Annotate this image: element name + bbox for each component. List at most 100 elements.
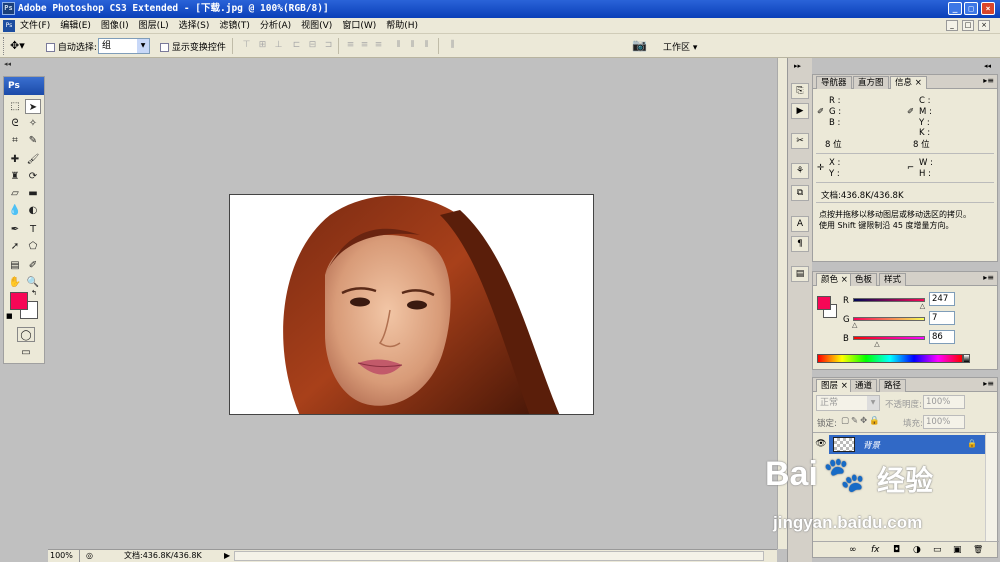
tool-presets-icon[interactable]: ✂ (791, 133, 809, 149)
menu-filter[interactable]: 滤镜(T) (219, 18, 250, 34)
dodge-tool-icon[interactable]: ◐ (25, 203, 41, 218)
shape-tool-icon[interactable]: ⬠ (25, 239, 41, 254)
crop-tool-icon[interactable]: ⌗ (7, 133, 23, 148)
clone-stamp-tool-icon[interactable]: ♜ (7, 169, 23, 184)
magic-wand-tool-icon[interactable]: ✧ (25, 116, 41, 131)
workspace-button[interactable]: 工作区 ▾ (663, 40, 697, 53)
distribute-bottom-icon[interactable]: ≡ (372, 40, 385, 51)
path-selection-tool-icon[interactable]: ➚ (7, 239, 23, 254)
blue-value-input[interactable]: 86 (929, 330, 955, 344)
minimize-button[interactable]: _ (948, 2, 962, 15)
tab-channels[interactable]: 通道 (850, 379, 878, 392)
collapse-arrows-icon[interactable]: ◂◂ (4, 60, 11, 68)
expand-arrows-icon[interactable]: ▸▸ (794, 62, 801, 70)
distribute-vcenter-icon[interactable]: ≡ (358, 40, 371, 51)
eye-icon[interactable]: 👁 (813, 435, 829, 454)
green-slider[interactable] (853, 317, 925, 321)
tab-histogram[interactable]: 直方图 (853, 76, 889, 89)
close-button[interactable]: × (981, 2, 995, 15)
color-spectrum-bar[interactable] (817, 354, 963, 363)
menu-help[interactable]: 帮助(H) (386, 18, 418, 34)
show-transform-checkbox[interactable] (160, 43, 169, 52)
blue-slider-handle[interactable]: △ (874, 340, 879, 348)
screen-mode-icon[interactable]: ▭ (15, 345, 37, 360)
align-hcenter-icon[interactable]: ⊟ (306, 40, 319, 51)
history-panel-icon[interactable]: ⎘ (791, 83, 809, 99)
layer-style-icon[interactable]: fx (871, 542, 880, 558)
foreground-color-swatch[interactable] (10, 292, 28, 310)
fill-input[interactable]: 100% (923, 415, 965, 429)
distribute-hcenter-icon[interactable]: ⫴ (406, 40, 419, 51)
lock-icons[interactable]: ▢✎✥🔒 (841, 416, 882, 426)
tab-color[interactable]: 颜色 × (816, 273, 853, 286)
align-vcenter-icon[interactable]: ⊞ (256, 40, 269, 51)
color-panel-fg-swatch[interactable] (817, 296, 831, 310)
align-left-icon[interactable]: ⊏ (290, 40, 303, 51)
doc-restore-button[interactable]: □ (962, 20, 974, 31)
menu-image[interactable]: 图像(I) (101, 18, 129, 34)
opacity-input[interactable]: 100% (923, 395, 965, 409)
paragraph-panel-icon[interactable]: ¶ (791, 236, 809, 252)
align-bottom-icon[interactable]: ⊥ (272, 40, 285, 51)
options-grip[interactable] (3, 37, 6, 55)
status-arrow-icon[interactable]: ▶ (224, 550, 230, 562)
move-tool-preset-icon[interactable]: ✥▾ (10, 39, 25, 52)
slice-tool-icon[interactable]: ✎ (25, 133, 41, 148)
new-layer-icon[interactable]: ▣ (953, 542, 962, 558)
swap-colors-icon[interactable]: ↰ (31, 289, 37, 297)
clone-source-icon[interactable]: ⧉ (791, 185, 809, 201)
delete-layer-icon[interactable]: 🗑 (973, 542, 983, 558)
menu-layer[interactable]: 图层(L) (139, 18, 169, 34)
layer-mask-icon[interactable]: ◘ (893, 542, 900, 558)
menu-file[interactable]: 文件(F) (20, 18, 50, 34)
hand-tool-icon[interactable]: ✋ (7, 275, 23, 290)
distribute-right-icon[interactable]: ⫴ (420, 40, 433, 51)
horizontal-scrollbar[interactable] (234, 551, 764, 561)
red-slider-handle[interactable]: △ (920, 302, 925, 310)
zoom-level[interactable]: 100% (50, 550, 80, 562)
tab-layers[interactable]: 图层 × (816, 379, 853, 392)
menu-view[interactable]: 视图(V) (301, 18, 332, 34)
document-canvas[interactable] (229, 194, 594, 415)
tab-paths[interactable]: 路径 (879, 379, 907, 392)
panel-menu-icon[interactable]: ▸≡ (983, 379, 994, 388)
red-slider[interactable] (853, 298, 925, 302)
auto-align-icon[interactable]: ⫼ (446, 40, 459, 51)
layer-comps-icon[interactable]: ▤ (791, 266, 809, 282)
history-brush-tool-icon[interactable]: ⟳ (25, 169, 41, 184)
layer-name[interactable]: 背景 (863, 439, 880, 451)
menu-edit[interactable]: 编辑(E) (60, 18, 91, 34)
collapse-panels-icon[interactable]: ◂◂ (984, 62, 991, 70)
actions-panel-icon[interactable]: ▶ (791, 103, 809, 119)
adjustment-layer-icon[interactable]: ◑ (913, 542, 921, 558)
close-icon[interactable]: × (841, 275, 848, 285)
blue-slider[interactable] (853, 336, 925, 340)
brushes-panel-icon[interactable]: ⚘ (791, 163, 809, 179)
maximize-button[interactable]: □ (964, 2, 978, 15)
tab-styles[interactable]: 样式 (879, 273, 907, 286)
brush-tool-icon[interactable]: 🖌 (25, 152, 41, 167)
distribute-left-icon[interactable]: ⫴ (392, 40, 405, 51)
close-icon[interactable]: × (915, 78, 922, 88)
auto-select-dropdown[interactable]: 组 ▼ (98, 38, 150, 54)
quick-mask-icon[interactable]: ◯ (17, 327, 35, 342)
healing-brush-tool-icon[interactable]: ✚ (7, 152, 23, 167)
eraser-tool-icon[interactable]: ▱ (7, 186, 23, 201)
tab-swatches[interactable]: 色板 (850, 273, 878, 286)
menu-window[interactable]: 窗口(W) (342, 18, 376, 34)
layer-row-background[interactable]: 👁 背景 🔒 (813, 435, 985, 454)
character-panel-icon[interactable]: A (791, 216, 809, 232)
notes-tool-icon[interactable]: ▤ (7, 258, 23, 273)
pen-tool-icon[interactable]: ✒ (7, 222, 23, 237)
doc-close-button[interactable]: × (978, 20, 990, 31)
align-top-icon[interactable]: ⊤ (240, 40, 253, 51)
black-white-ramp[interactable] (963, 354, 970, 363)
tab-navigator[interactable]: 导航器 (816, 76, 852, 89)
red-value-input[interactable]: 247 (929, 292, 955, 306)
panel-menu-icon[interactable]: ▸≡ (983, 273, 994, 282)
bridge-icon[interactable]: 📷 (632, 38, 647, 52)
doc-minimize-button[interactable]: _ (946, 20, 958, 31)
align-right-icon[interactable]: ⊐ (322, 40, 335, 51)
tab-info[interactable]: 信息 × (890, 76, 927, 89)
eyedropper-tool-icon[interactable]: ✐ (25, 258, 41, 273)
